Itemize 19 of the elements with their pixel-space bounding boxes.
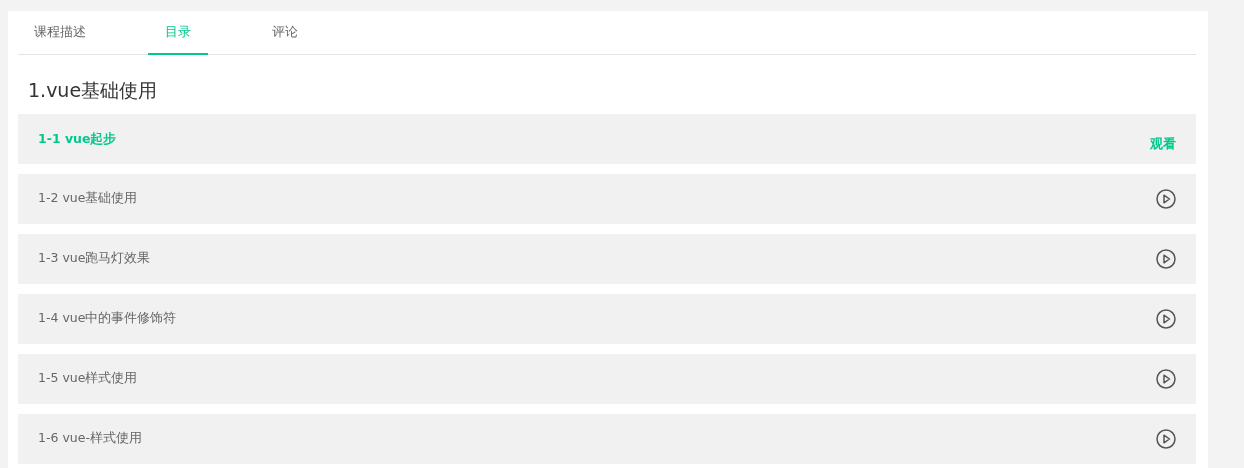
lesson-title: 1-6 vue-样式使用	[38, 429, 142, 448]
tab[interactable]: 评论	[256, 11, 376, 55]
play-icon[interactable]	[1156, 248, 1176, 269]
lesson-row[interactable]: 1-3 vue跑马灯效果	[18, 233, 1196, 284]
chapter-title: 1.vue基础使用	[28, 79, 159, 102]
play-icon[interactable]	[1156, 308, 1176, 329]
play-icon[interactable]	[1156, 368, 1176, 389]
lesson-title: 1-1 vue起步	[38, 129, 117, 148]
lesson-row[interactable]: 1-2 vue基础使用	[18, 173, 1196, 224]
tab[interactable]: 课程描述	[18, 11, 138, 55]
lesson-title: 1-3 vue跑马灯效果	[38, 249, 151, 268]
play-icon[interactable]	[1156, 188, 1176, 209]
lesson-title: 1-2 vue基础使用	[38, 189, 138, 208]
play-icon[interactable]	[1156, 428, 1176, 449]
lesson-row[interactable]: 1-5 vue样式使用	[18, 353, 1196, 404]
lesson-row[interactable]: 1-6 vue-样式使用	[18, 413, 1196, 464]
lesson-row[interactable]: 1-4 vue中的事件修饰符	[18, 293, 1196, 344]
lesson-title: 1-4 vue中的事件修饰符	[38, 309, 177, 328]
lesson-title: 1-5 vue样式使用	[38, 369, 138, 388]
